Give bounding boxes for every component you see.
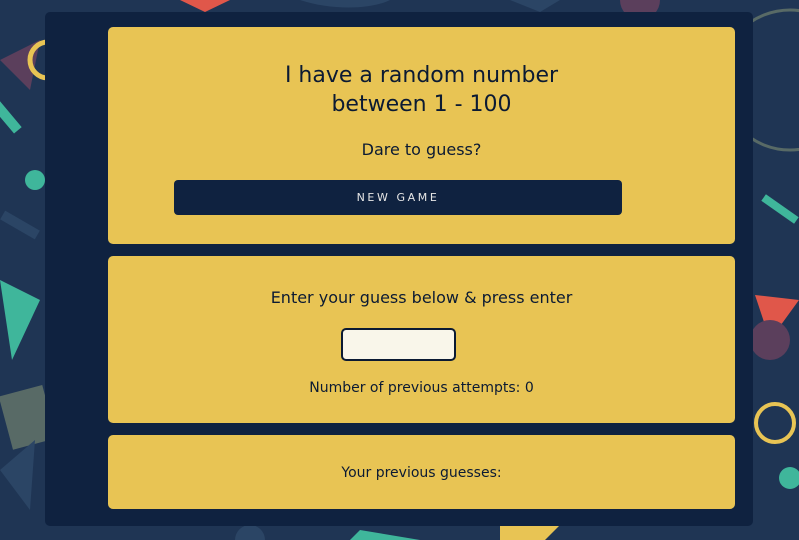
headline-line-2: between 1 - 100 (331, 92, 512, 117)
intro-card: I have a random number between 1 - 100 D… (108, 27, 735, 244)
attempts-text: Number of previous attempts: 0 (108, 379, 735, 397)
guess-prompt: Enter your guess below & press enter (270, 288, 573, 307)
history-card: Your previous guesses: (108, 435, 735, 509)
attempts-count: 0 (524, 380, 534, 396)
previous-guesses-line: Your previous guesses: (108, 464, 735, 482)
previous-guesses-label: Your previous guesses: (341, 465, 502, 481)
guess-input[interactable] (341, 328, 456, 361)
attempts-label: Number of previous attempts: (309, 380, 521, 396)
game-panel: I have a random number between 1 - 100 D… (45, 12, 753, 526)
guess-card: Enter your guess below & press enter Num… (108, 256, 735, 423)
headline-line-1: I have a random number (284, 63, 559, 88)
headline: I have a random number between 1 - 100 (108, 61, 735, 119)
bg-dot (750, 320, 790, 360)
bg-dot (25, 170, 45, 190)
subheadline: Dare to guess? (361, 140, 482, 159)
new-game-button[interactable]: NEW GAME (174, 180, 622, 215)
